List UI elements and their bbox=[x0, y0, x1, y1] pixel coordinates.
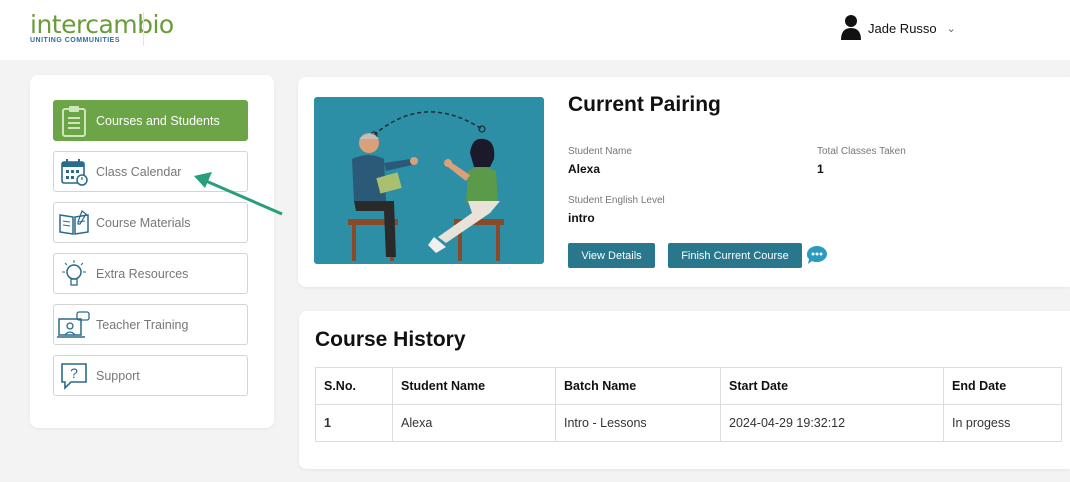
calendar-icon bbox=[54, 158, 94, 186]
sidebar: Courses and Students Class Calendar Cour… bbox=[30, 75, 274, 428]
user-avatar-icon bbox=[840, 14, 862, 43]
column-header: S.No. bbox=[315, 367, 393, 405]
sidebar-item-class-calendar[interactable]: Class Calendar bbox=[53, 151, 248, 192]
chat-icon[interactable] bbox=[806, 245, 828, 270]
student-name-label: Student Name bbox=[568, 146, 632, 157]
table-cell: In progess bbox=[943, 404, 1062, 442]
sidebar-item-label: Course Materials bbox=[96, 215, 191, 230]
svg-text:?: ? bbox=[70, 365, 78, 381]
table-cell: Alexa bbox=[392, 404, 556, 442]
presentation-icon bbox=[54, 310, 94, 339]
finish-current-course-button[interactable]: Finish Current Course bbox=[668, 243, 802, 268]
chevron-down-icon: ⌄ bbox=[946, 23, 956, 35]
table-header-row: S.No. Student Name Batch Name Start Date… bbox=[315, 367, 1062, 405]
top-bar: intercambio UNITING COMMUNITIES Jade Rus… bbox=[0, 0, 1070, 60]
table-cell: 2024-04-29 19:32:12 bbox=[720, 404, 944, 442]
question-icon: ? bbox=[54, 361, 94, 391]
table-cell: Intro - Lessons bbox=[555, 404, 721, 442]
sidebar-item-label: Extra Resources bbox=[96, 266, 189, 281]
sidebar-item-label: Courses and Students bbox=[96, 113, 220, 128]
user-menu[interactable]: Jade Russo ⌄ bbox=[840, 14, 956, 43]
header-divider bbox=[143, 12, 144, 46]
view-details-button[interactable]: View Details bbox=[568, 243, 655, 268]
sidebar-item-extra-resources[interactable]: Extra Resources bbox=[53, 253, 248, 294]
conversation-illustration bbox=[314, 97, 544, 264]
total-classes-value: 1 bbox=[817, 162, 824, 176]
column-header: Start Date bbox=[720, 367, 944, 405]
lightbulb-icon bbox=[54, 258, 94, 290]
sidebar-item-label: Teacher Training bbox=[96, 317, 189, 332]
clipboard-icon bbox=[54, 105, 94, 137]
course-history-title: Course History bbox=[315, 328, 466, 351]
logo[interactable]: intercambio UNITING COMMUNITIES bbox=[30, 10, 174, 45]
column-header: End Date bbox=[943, 367, 1062, 405]
course-history-card: Course History S.No. Student Name Batch … bbox=[299, 311, 1070, 469]
book-icon bbox=[54, 209, 94, 236]
logo-text: intercambio bbox=[30, 10, 174, 39]
table-row: 1 Alexa Intro - Lessons 2024-04-29 19:32… bbox=[315, 404, 1062, 442]
sidebar-item-label: Support bbox=[96, 368, 140, 383]
current-pairing-card: Current Pairing Student Name Alexa Total… bbox=[298, 77, 1070, 287]
pairing-title: Current Pairing bbox=[568, 93, 721, 116]
table-cell: 1 bbox=[315, 404, 393, 442]
sidebar-item-course-materials[interactable]: Course Materials bbox=[53, 202, 248, 243]
sidebar-item-support[interactable]: ? Support bbox=[53, 355, 248, 396]
course-history-table: S.No. Student Name Batch Name Start Date… bbox=[315, 367, 1062, 442]
sidebar-item-teacher-training[interactable]: Teacher Training bbox=[53, 304, 248, 345]
total-classes-label: Total Classes Taken bbox=[817, 146, 906, 157]
sidebar-item-courses-and-students[interactable]: Courses and Students bbox=[53, 100, 248, 141]
english-level-value: intro bbox=[568, 211, 595, 225]
sidebar-item-label: Class Calendar bbox=[96, 164, 182, 179]
english-level-label: Student English Level bbox=[568, 195, 665, 206]
user-name: Jade Russo bbox=[868, 21, 937, 36]
student-name-value: Alexa bbox=[568, 162, 601, 176]
column-header: Student Name bbox=[392, 367, 556, 405]
column-header: Batch Name bbox=[555, 367, 721, 405]
